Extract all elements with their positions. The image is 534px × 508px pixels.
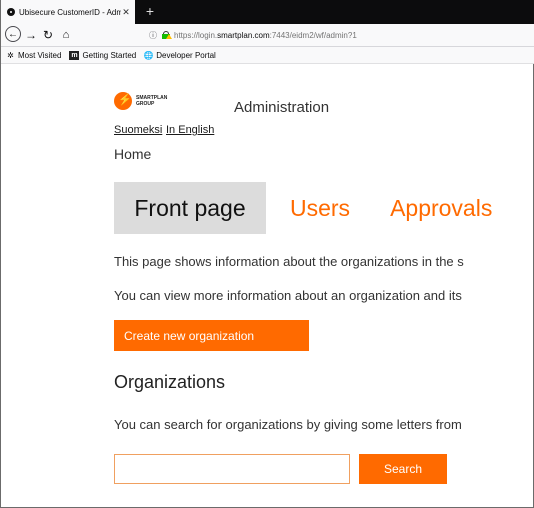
create-organization-button[interactable]: Create new organization bbox=[114, 320, 309, 351]
intro-text: This page shows information about the or… bbox=[114, 254, 464, 269]
breadcrumb: Home bbox=[114, 146, 152, 162]
reload-icon: ↻ bbox=[42, 28, 54, 42]
page-content: SMARTPLAN GROUP Administration Suomeksi … bbox=[1, 64, 534, 508]
back-arrow-icon: ← bbox=[8, 29, 18, 40]
forward-button[interactable]: → bbox=[24, 26, 38, 44]
logo-line2: GROUP bbox=[136, 101, 155, 107]
bookmark-getting-started[interactable]: m Getting Started bbox=[69, 50, 137, 60]
globe-icon: 🌐 bbox=[143, 50, 154, 60]
organization-search-input[interactable] bbox=[114, 454, 350, 484]
search-button[interactable]: Search bbox=[359, 454, 447, 484]
bookmark-label: Developer Portal bbox=[156, 50, 216, 60]
site-info-icon[interactable]: ⓘ bbox=[149, 30, 159, 41]
navigation-bar: ← → ↻ ⌂ ⓘ https://login. smartplan.com:74… bbox=[1, 24, 534, 47]
browser-tab-title: Ubisecure CustomerID - Admin bbox=[19, 7, 121, 17]
page-title: Administration bbox=[234, 99, 330, 116]
smartplan-logo-icon bbox=[114, 92, 132, 110]
language-link-english[interactable]: In English bbox=[166, 124, 214, 136]
close-tab-icon[interactable]: ✕ bbox=[121, 7, 131, 18]
reload-button[interactable]: ↻ bbox=[41, 26, 55, 44]
m-logo-icon: m bbox=[69, 50, 80, 60]
organizations-heading: Organizations bbox=[114, 372, 226, 392]
bookmark-label: Getting Started bbox=[82, 50, 137, 60]
main-tabs: Front page Users Approvals bbox=[114, 182, 492, 234]
gear-icon: ✲ bbox=[7, 50, 14, 60]
search-help-text: You can search for organizations by givi… bbox=[114, 417, 462, 432]
insecure-lock-icon[interactable] bbox=[162, 31, 172, 39]
url-bar[interactable]: ⓘ https://login. smartplan.com:7443/eidm2… bbox=[149, 27, 534, 43]
intro-text-2: You can view more information about an o… bbox=[114, 288, 462, 303]
smartplan-logo: SMARTPLAN GROUP bbox=[114, 92, 167, 110]
new-tab-button[interactable]: + bbox=[141, 2, 159, 20]
url-host: smartplan.com bbox=[217, 30, 270, 40]
back-button[interactable]: ← bbox=[5, 26, 21, 42]
browser-tab-strip: Ubisecure CustomerID - Admin ✕ + bbox=[1, 0, 534, 24]
bookmark-developer-portal[interactable]: 🌐 Developer Portal bbox=[144, 51, 216, 60]
bookmark-label: Most Visited bbox=[18, 50, 62, 60]
site-favicon-icon bbox=[7, 8, 15, 16]
home-icon: ⌂ bbox=[62, 29, 70, 41]
tab-approvals[interactable]: Approvals bbox=[390, 182, 492, 234]
tab-front-page[interactable]: Front page bbox=[114, 182, 266, 234]
bookmarks-bar: ✲ Most Visited m Getting Started 🌐 Devel… bbox=[1, 47, 534, 64]
tab-users[interactable]: Users bbox=[290, 182, 350, 234]
home-button[interactable]: ⌂ bbox=[59, 26, 73, 44]
forward-arrow-icon: → bbox=[25, 28, 37, 42]
url-prefix: https://login. bbox=[174, 30, 218, 40]
bookmark-most-visited[interactable]: ✲ Most Visited bbox=[6, 51, 61, 60]
language-link-finnish[interactable]: Suomeksi bbox=[114, 124, 162, 136]
url-path: :7443/eidm2/wf/admin?1 bbox=[269, 30, 357, 40]
browser-tab[interactable]: Ubisecure CustomerID - Admin ✕ bbox=[1, 0, 135, 24]
